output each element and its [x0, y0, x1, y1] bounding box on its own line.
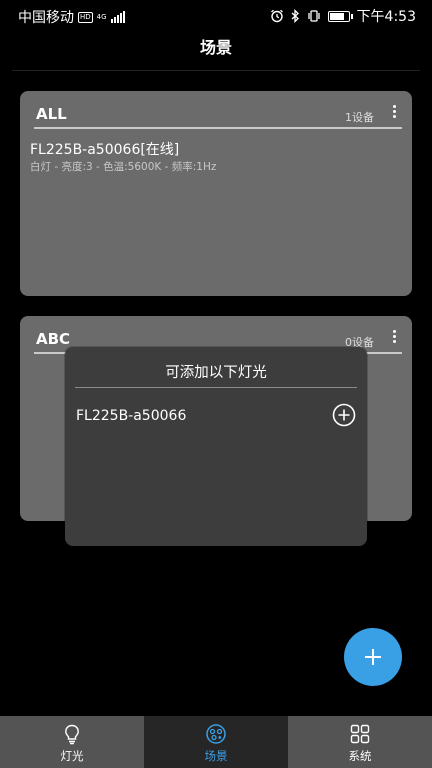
light-item-detail: 白灯 - 亮度:3 - 色温:5600K - 频率:1Hz [30, 161, 217, 173]
popup-divider [75, 387, 357, 388]
nav-label: 场景 [204, 749, 228, 763]
add-scene-button[interactable] [344, 628, 402, 686]
device-count: 1设备 [345, 111, 374, 124]
add-light-popup: 可添加以下灯光 FL225B-a50066 [65, 347, 367, 546]
scene-screen: 中国移动 HD 4G 下午4:53 场景 ALL 1设备 FL225B-a500… [0, 0, 432, 768]
carrier-name: 中国移动 [18, 10, 74, 26]
scene-title: ALL [36, 105, 67, 123]
page-title: 场景 [199, 38, 232, 57]
status-right: 下午4:53 [270, 6, 416, 26]
light-item-name[interactable]: FL225B-a50066[在线] [30, 139, 179, 159]
nav-label: 系统 [348, 749, 372, 763]
nav-item-system[interactable]: 系统 [288, 716, 432, 768]
status-time: 下午4:53 [356, 9, 416, 25]
more-icon[interactable] [390, 330, 398, 344]
scene-icon [206, 724, 226, 744]
available-light-name: FL225B-a50066 [76, 408, 187, 424]
card-divider [34, 127, 402, 129]
nav-label: 灯光 [60, 749, 84, 763]
battery-icon [327, 10, 353, 22]
scene-title: ABC [36, 330, 71, 348]
plus-icon [365, 649, 381, 665]
bluetooth-icon [291, 9, 299, 23]
bottom-nav: 灯光 场景 系统 [0, 716, 432, 768]
status-bar: 中国移动 HD 4G 下午4:53 [0, 0, 432, 30]
battery-fill [329, 12, 344, 20]
popup-title: 可添加以下灯光 [165, 365, 267, 381]
status-left: 中国移动 HD 4G [18, 7, 125, 27]
alarm-icon [270, 9, 283, 23]
signal-icon [110, 11, 125, 23]
grid-icon [350, 724, 370, 744]
more-icon[interactable] [390, 105, 398, 119]
vibrate-icon [307, 10, 320, 22]
nav-item-scenes[interactable]: 场景 [144, 716, 288, 768]
scene-card-all[interactable]: ALL 1设备 FL225B-a50066[在线] 白灯 - 亮度:3 - 色温… [20, 91, 412, 296]
nav-item-lights[interactable]: 灯光 [0, 716, 144, 768]
hd-badge: HD [78, 11, 93, 23]
header-divider [12, 70, 420, 71]
network-type: 4G [96, 12, 107, 21]
bulb-icon [65, 724, 79, 745]
add-circle-icon[interactable] [332, 403, 356, 427]
